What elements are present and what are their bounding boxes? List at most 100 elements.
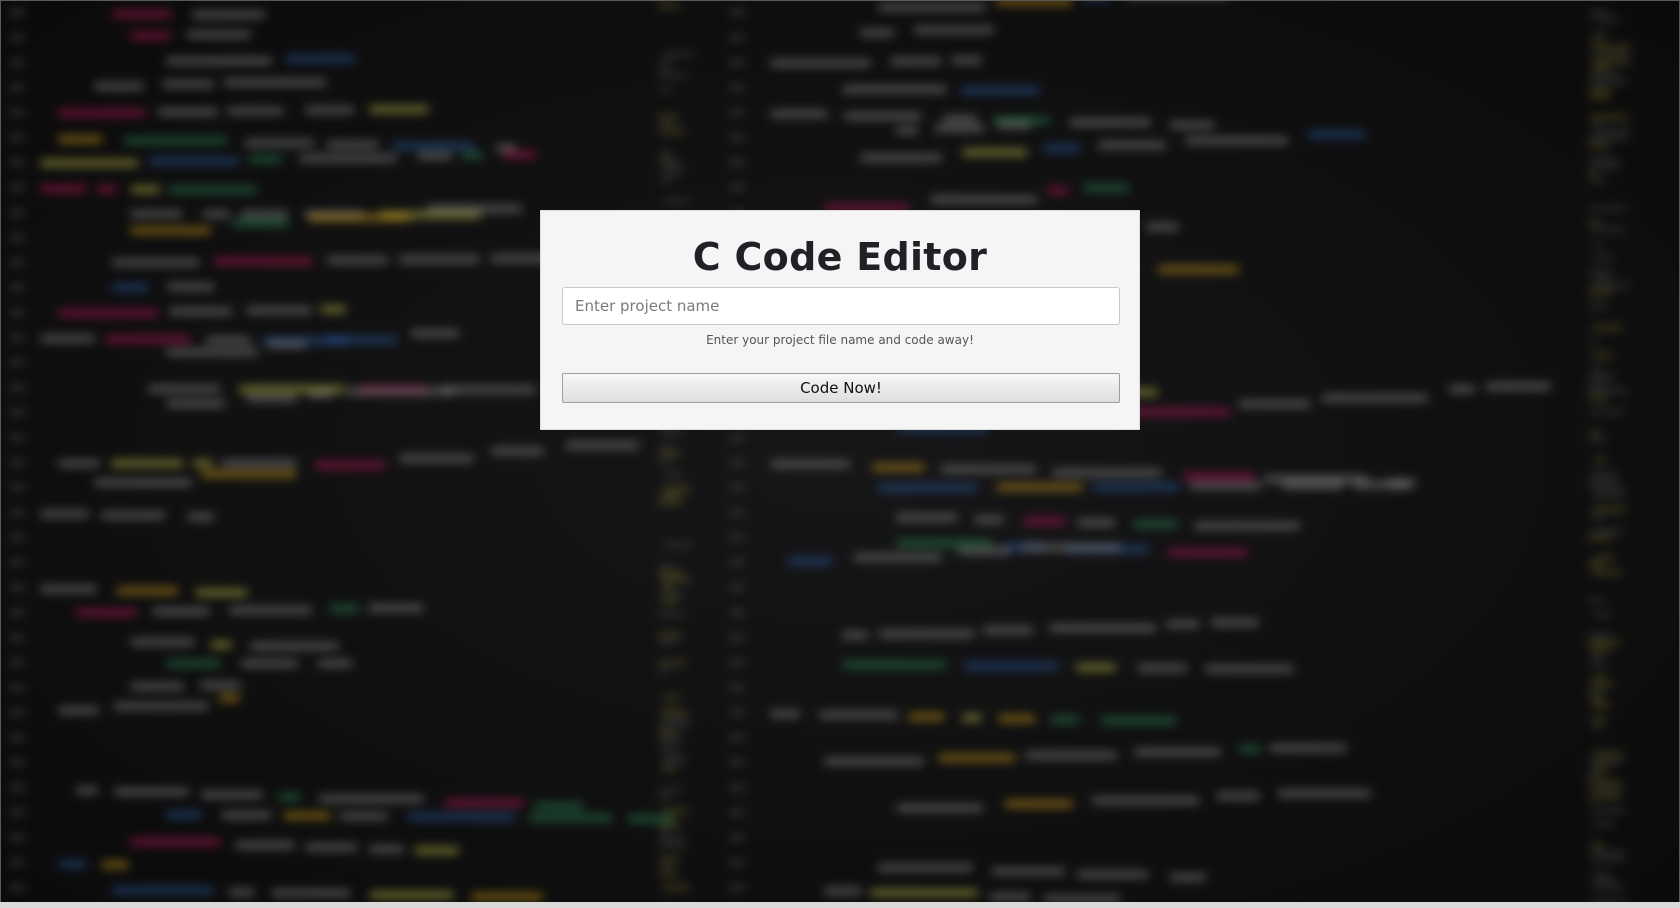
minimap-line xyxy=(1593,67,1611,70)
minimap-line xyxy=(659,459,671,462)
code-token xyxy=(1157,266,1239,274)
code-line-number xyxy=(10,285,24,290)
code-token xyxy=(205,336,252,344)
code-token xyxy=(1165,620,1201,628)
code-line-number xyxy=(10,160,24,165)
code-token xyxy=(1085,0,1109,1)
minimap-line xyxy=(1588,564,1602,567)
code-line-number xyxy=(730,560,744,565)
minimap-line xyxy=(658,858,681,861)
code-token xyxy=(130,638,195,646)
code-token xyxy=(1321,394,1429,402)
code-token xyxy=(896,514,958,522)
code-token xyxy=(162,80,215,88)
code-line-number xyxy=(10,785,24,790)
code-token xyxy=(271,889,351,897)
code-token xyxy=(283,812,332,820)
minimap-line xyxy=(1591,354,1613,357)
minimap-line xyxy=(663,753,684,756)
code-now-button[interactable]: Code Now! xyxy=(562,373,1120,403)
code-token xyxy=(166,283,215,291)
minimap-line xyxy=(1588,781,1620,784)
minimap-line xyxy=(1593,18,1620,21)
code-token xyxy=(1127,408,1231,416)
minimap-line xyxy=(1591,515,1604,518)
code-token xyxy=(326,256,389,264)
code-token xyxy=(1485,383,1552,391)
code-token xyxy=(76,609,138,617)
code-token xyxy=(58,135,103,143)
code-line-number xyxy=(730,510,744,515)
minimap-line xyxy=(1592,655,1602,658)
code-line-number xyxy=(10,335,24,340)
code-token xyxy=(305,106,355,114)
code-token xyxy=(392,142,475,150)
code-token xyxy=(110,459,184,467)
code-token xyxy=(130,185,161,193)
code-token xyxy=(982,626,1034,634)
code-token xyxy=(1091,797,1200,805)
code-line-number xyxy=(10,485,24,490)
code-token xyxy=(995,0,1073,6)
code-token xyxy=(202,210,231,218)
minimap-line xyxy=(1588,81,1627,84)
minimap-line xyxy=(1589,340,1599,343)
code-line-number xyxy=(730,535,744,540)
minimap-line xyxy=(1590,431,1600,434)
minimap-line xyxy=(1590,165,1620,168)
minimap-line xyxy=(1589,158,1618,161)
code-token xyxy=(788,557,833,565)
code-token xyxy=(961,714,982,722)
code-token xyxy=(1282,481,1344,489)
code-token xyxy=(58,860,87,868)
minimap-line xyxy=(1588,137,1627,140)
code-token xyxy=(112,258,200,266)
minimap-line xyxy=(1589,662,1607,665)
minimap-line xyxy=(658,725,688,728)
code-token xyxy=(896,804,984,812)
minimap-line xyxy=(1593,32,1610,35)
code-token xyxy=(1100,717,1177,725)
minimap-line xyxy=(1588,599,1604,602)
code-token xyxy=(1263,475,1369,483)
minimap-line xyxy=(1592,326,1622,329)
code-token xyxy=(1047,187,1069,195)
code-token xyxy=(240,210,289,218)
code-token xyxy=(166,659,221,667)
minimap-line xyxy=(1589,809,1626,812)
code-token xyxy=(213,257,314,265)
project-name-input[interactable] xyxy=(562,287,1120,325)
code-token xyxy=(1097,141,1167,149)
code-line-number xyxy=(10,35,24,40)
code-token xyxy=(220,811,272,819)
code-line-number xyxy=(730,60,744,65)
code-token xyxy=(889,57,942,65)
code-line-number xyxy=(10,560,24,565)
code-token xyxy=(96,185,118,193)
code-token xyxy=(427,205,522,213)
code-line-number xyxy=(730,135,744,140)
minimap-line xyxy=(1593,242,1604,245)
code-token xyxy=(871,463,925,471)
code-token xyxy=(1075,663,1117,671)
code-token xyxy=(398,454,475,462)
code-token xyxy=(878,484,978,492)
code-line-number xyxy=(10,685,24,690)
code-line-number xyxy=(10,585,24,590)
code-token xyxy=(824,887,862,895)
minimap-line xyxy=(1588,95,1611,98)
project-dialog: C Code Editor Enter your project file na… xyxy=(540,210,1140,430)
minimap-line xyxy=(1588,634,1610,637)
code-token xyxy=(58,109,147,117)
code-token xyxy=(346,387,454,395)
minimap-line xyxy=(1593,872,1610,875)
code-token xyxy=(112,284,149,292)
code-token xyxy=(770,460,851,468)
code-line-number xyxy=(10,610,24,615)
code-line-number xyxy=(10,460,24,465)
code-token xyxy=(192,11,266,19)
code-token xyxy=(770,59,872,67)
code-token xyxy=(842,85,948,93)
code-token xyxy=(112,10,172,18)
minimap-line xyxy=(1588,305,1607,308)
